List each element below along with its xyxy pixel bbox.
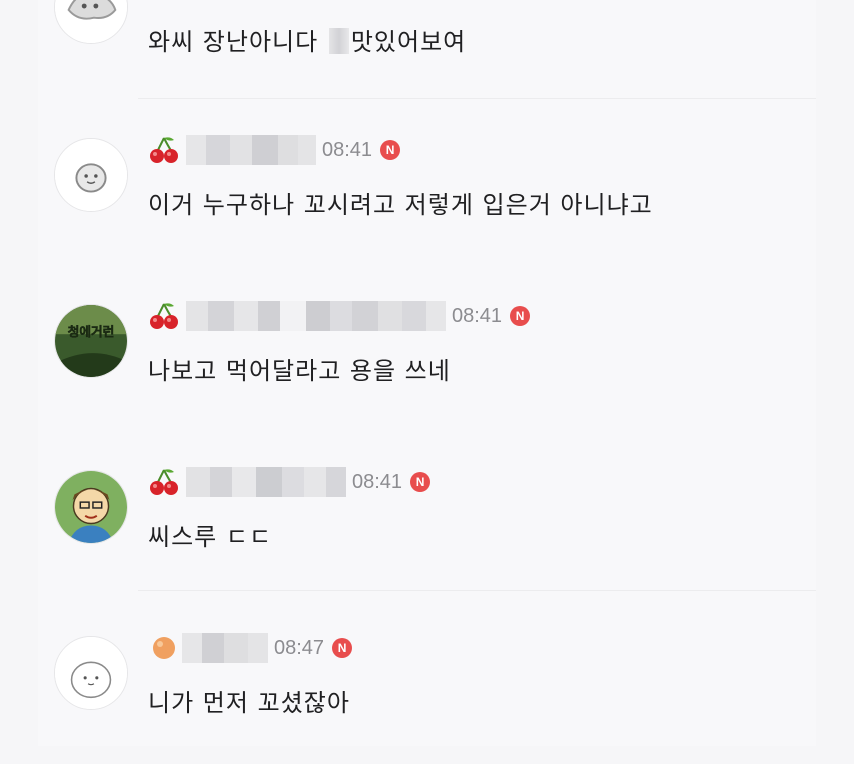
default-profile-icon — [55, 637, 127, 709]
comment-list: 와씨 장난아니다 맛있어보여 08:41 N 이거 누구하나 꼬시려고 저렇게 … — [38, 0, 816, 746]
nickname-blurred[interactable] — [186, 135, 316, 165]
comment-text: 이거 누구하나 꼬시려고 저렇게 입은거 아니냐고 — [148, 191, 653, 219]
divider — [138, 98, 816, 99]
comment-text: 씨스루 ㄷㄷ — [148, 523, 273, 551]
comment-text: 나보고 먹어달라고 용을 쓰네 — [148, 357, 451, 385]
avatar[interactable]: 청에거런 — [54, 304, 128, 378]
nickname-blurred[interactable] — [182, 633, 268, 663]
comment-meta: 08:47 N — [148, 631, 353, 665]
avatar[interactable] — [54, 470, 128, 544]
cherry-icon — [148, 466, 180, 498]
comment-item: 08:47 N 니가 먼저 꼬셨잖아 — [38, 598, 816, 764]
new-badge-icon: N — [510, 306, 531, 326]
nickname-blurred[interactable] — [186, 467, 346, 497]
avatar[interactable] — [54, 636, 128, 710]
cartoon-avatar-icon — [55, 471, 127, 543]
comment-text: 와씨 장난아니다 맛있어보여 — [148, 28, 467, 56]
comment-text: 니가 먼저 꼬셨잖아 — [148, 689, 350, 717]
logo-avatar-icon: 청에거런 — [55, 305, 127, 377]
divider — [138, 590, 816, 591]
comment-item: 청에거런 08:41 N 나보고 먹어달라고 용을 쓰네 — [38, 266, 816, 432]
grade-icon — [148, 632, 180, 664]
cherry-icon — [148, 300, 180, 332]
new-badge-icon: N — [380, 140, 401, 160]
seal-avatar-icon — [55, 0, 127, 43]
comment-meta: 08:41 N — [148, 465, 431, 499]
avatar-logo-text: 청에거런 — [68, 324, 114, 339]
comment-time: 08:41 — [322, 138, 373, 161]
default-profile-icon — [55, 139, 127, 211]
comment-item: 08:41 N 이거 누구하나 꼬시려고 저렇게 입은거 아니냐고 — [38, 100, 816, 266]
comment-meta: 08:41 N — [148, 133, 401, 167]
cherry-icon — [148, 134, 180, 166]
comment-time: 08:47 — [274, 636, 325, 659]
new-badge-icon: N — [410, 472, 431, 492]
comment-time: 08:41 — [352, 470, 403, 493]
avatar[interactable] — [54, 0, 128, 44]
censor-blur — [328, 28, 349, 54]
avatar[interactable] — [54, 138, 128, 212]
new-badge-icon: N — [332, 638, 353, 658]
comment-meta: 08:41 N — [148, 299, 531, 333]
comment-time: 08:41 — [452, 304, 503, 327]
nickname-blurred[interactable] — [186, 301, 446, 331]
comment-item: 08:41 N 씨스루 ㄷㄷ — [38, 432, 816, 598]
